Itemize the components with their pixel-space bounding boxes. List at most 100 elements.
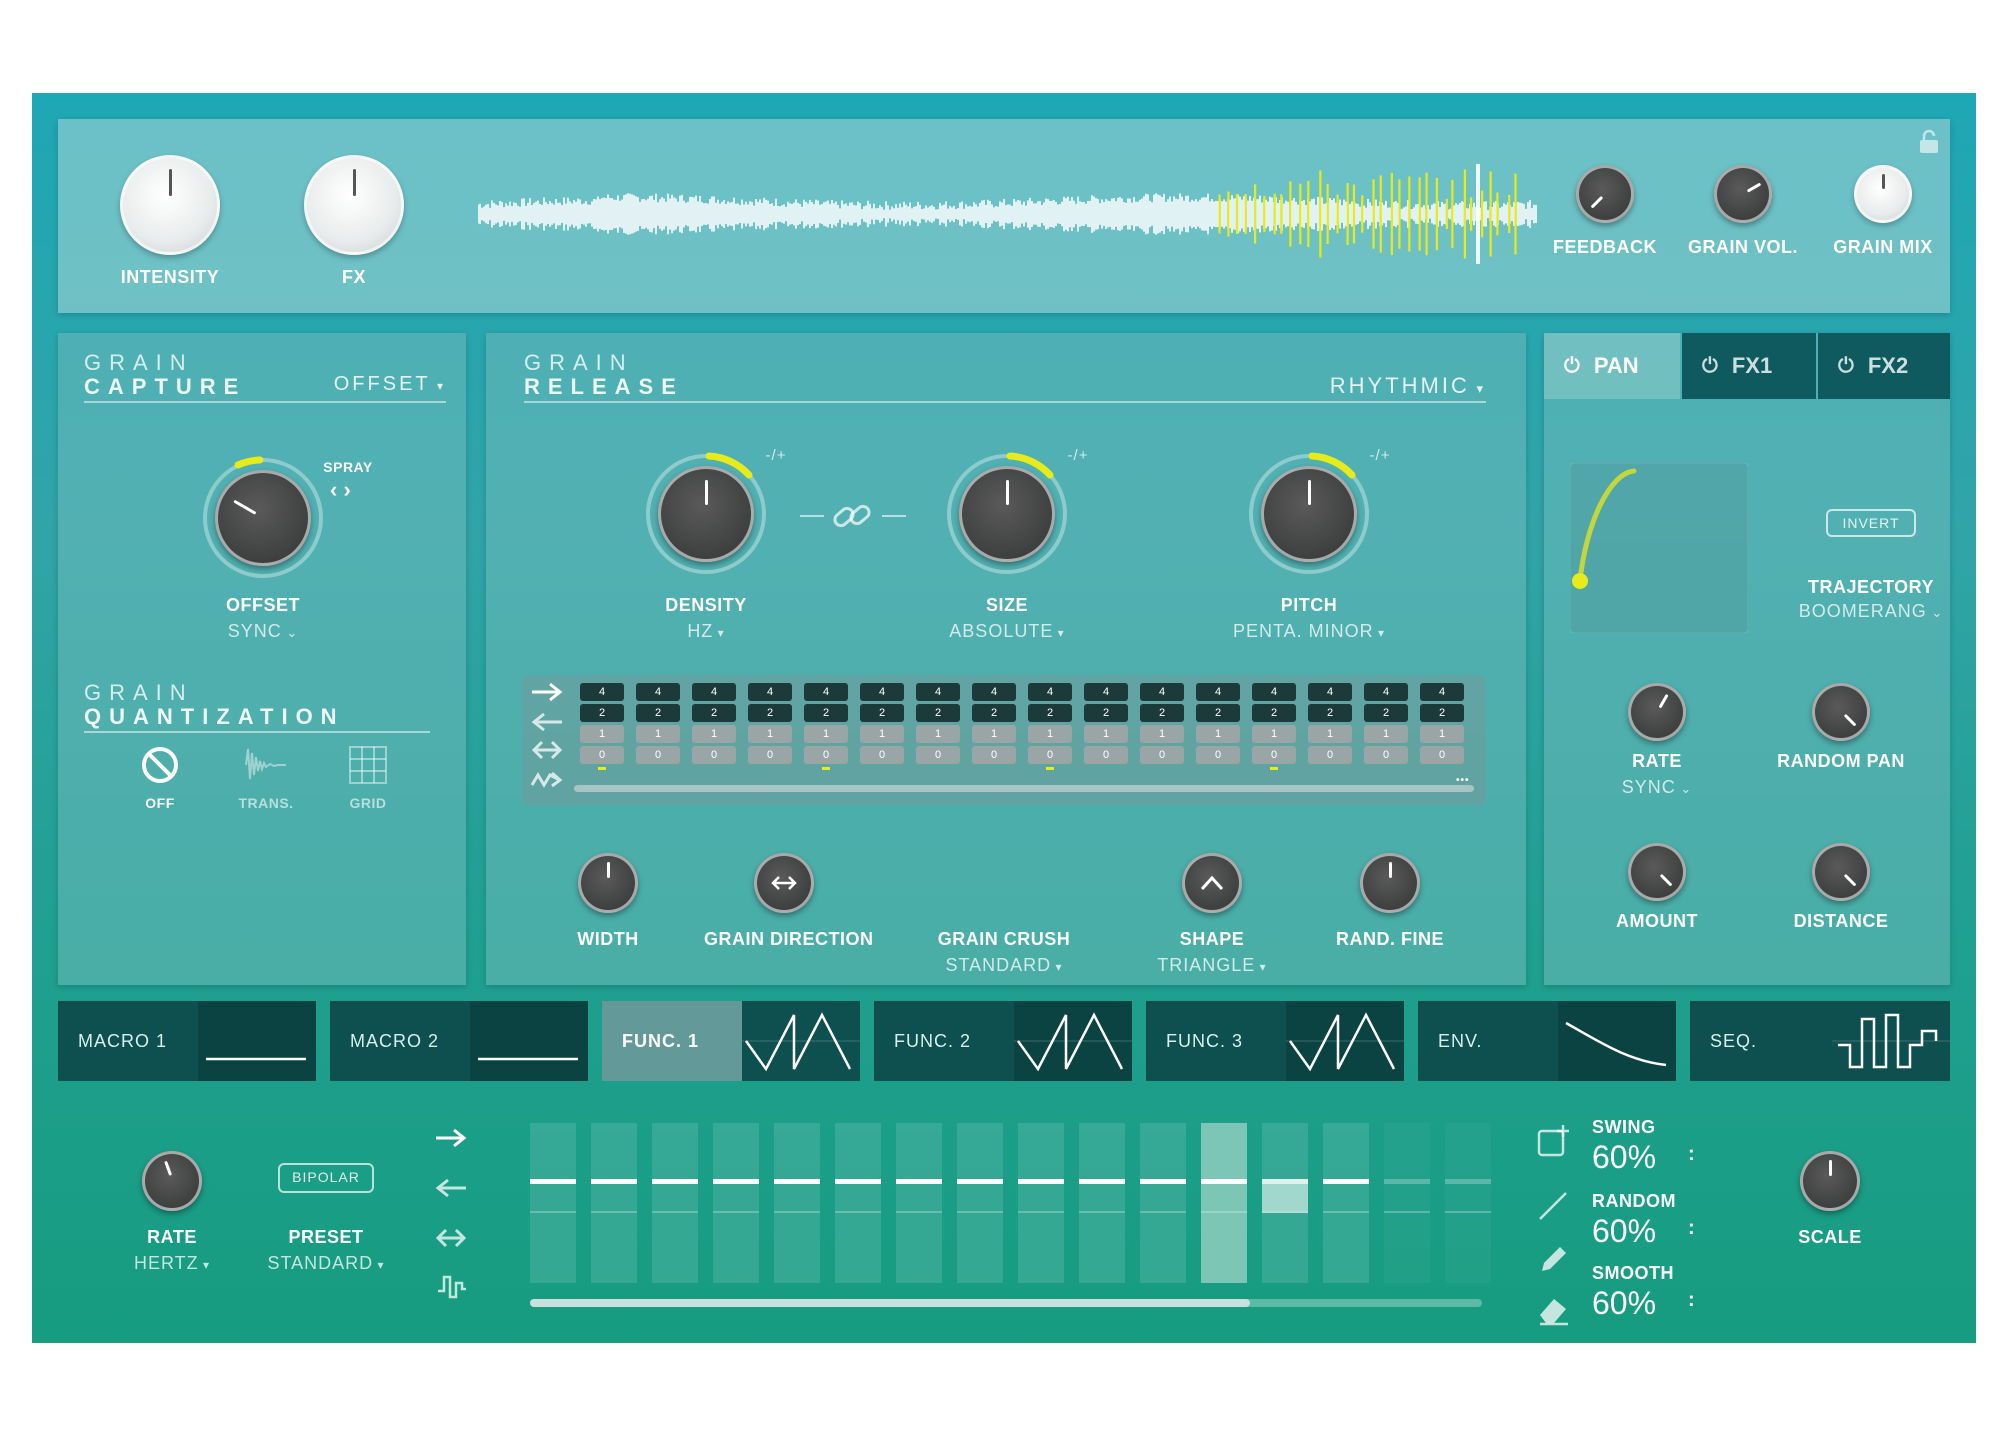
size-knob[interactable] (959, 466, 1055, 562)
smooth-value[interactable]: 60% (1592, 1285, 1656, 1322)
pan-rate-select[interactable]: SYNC ⌄ (1597, 777, 1717, 798)
step-column[interactable]: 4 2 1 0 (580, 683, 624, 770)
step-cell[interactable]: 2 (860, 704, 904, 722)
step-column[interactable]: 4 2 1 0 (1028, 683, 1072, 770)
offset-sync-select[interactable]: SYNC ⌄ (203, 621, 323, 642)
step-cell[interactable]: 4 (860, 683, 904, 701)
step-cell[interactable]: 4 (692, 683, 736, 701)
tab-func-3[interactable]: FUNC. 3 (1146, 1001, 1404, 1081)
step-cell[interactable]: 2 (1364, 704, 1408, 722)
seq-step[interactable] (1079, 1123, 1125, 1283)
step-cell[interactable]: 2 (1028, 704, 1072, 722)
preset-select[interactable]: STANDARD ▾ (256, 1253, 396, 1274)
grain-mix-knob[interactable] (1854, 165, 1912, 223)
transient-icon[interactable] (244, 745, 288, 785)
step-cell[interactable]: 4 (804, 683, 848, 701)
pan-rate-knob[interactable] (1628, 683, 1686, 741)
random-pan-knob[interactable] (1812, 683, 1870, 741)
step-cell[interactable]: 1 (1196, 725, 1240, 743)
tab-func-1[interactable]: FUNC. 1 (602, 1001, 860, 1081)
invert-button[interactable]: INVERT (1826, 509, 1916, 537)
step-cell[interactable]: 0 (804, 746, 848, 764)
step-column[interactable]: 4 2 1 0 (860, 683, 904, 767)
density-knob[interactable] (658, 466, 754, 562)
swing-value[interactable]: 60% (1592, 1139, 1656, 1176)
direction-forward-icon[interactable] (530, 681, 564, 703)
seq-step[interactable] (957, 1123, 1003, 1283)
add-page-icon[interactable] (1536, 1123, 1572, 1159)
step-cell[interactable]: 0 (1028, 746, 1072, 764)
tab-seq[interactable]: SEQ. (1690, 1001, 1950, 1081)
seq-step[interactable] (1140, 1123, 1186, 1283)
pitch-knob[interactable] (1261, 466, 1357, 562)
step-column[interactable]: 4 2 1 0 (1364, 683, 1408, 767)
tab-env[interactable]: ENV. (1418, 1001, 1676, 1081)
step-cell[interactable]: 1 (1420, 725, 1464, 743)
step-cell[interactable]: 1 (692, 725, 736, 743)
seq-step[interactable] (896, 1123, 942, 1283)
step-cell[interactable]: 2 (804, 704, 848, 722)
seq-rate-knob[interactable] (142, 1151, 202, 1211)
step-cell[interactable]: 1 (972, 725, 1016, 743)
tab-pan[interactable]: ⏻ PAN (1544, 333, 1680, 399)
tab-fx2[interactable]: ⏻ FX2 (1818, 333, 1950, 399)
seq-step[interactable] (1384, 1123, 1430, 1283)
seq-step[interactable] (1445, 1123, 1491, 1283)
step-cell[interactable]: 2 (636, 704, 680, 722)
step-cell[interactable]: 4 (748, 683, 792, 701)
distance-knob[interactable] (1812, 843, 1870, 901)
seq-scroll-thumb[interactable] (530, 1299, 1250, 1307)
grain-direction-knob[interactable] (754, 853, 814, 913)
seq-step[interactable] (530, 1123, 576, 1283)
step-cell[interactable]: 4 (1196, 683, 1240, 701)
seq-scroll-track[interactable] (530, 1299, 1482, 1307)
step-cell[interactable]: 2 (1084, 704, 1128, 722)
step-column[interactable]: 4 2 1 0 (916, 683, 960, 767)
step-cell[interactable]: 4 (636, 683, 680, 701)
step-cell[interactable]: 0 (860, 746, 904, 764)
eraser-icon[interactable] (1536, 1293, 1572, 1327)
scale-knob[interactable] (1800, 1151, 1860, 1211)
intensity-knob[interactable] (120, 155, 220, 255)
step-cell[interactable]: 4 (1252, 683, 1296, 701)
seq-random-steps-icon[interactable] (436, 1269, 468, 1301)
step-cell[interactable]: 2 (1196, 704, 1240, 722)
step-cell[interactable]: 1 (1364, 725, 1408, 743)
seq-backward-icon[interactable] (434, 1177, 468, 1199)
step-cell[interactable]: 4 (1140, 683, 1184, 701)
seq-step[interactable] (713, 1123, 759, 1283)
step-cell[interactable]: 2 (1140, 704, 1184, 722)
step-cell[interactable]: 2 (692, 704, 736, 722)
step-column[interactable]: 4 2 1 0 (1084, 683, 1128, 767)
seq-step[interactable] (1262, 1123, 1308, 1283)
step-cell[interactable]: 4 (972, 683, 1016, 701)
step-cell[interactable]: 0 (1196, 746, 1240, 764)
tab-macro-2[interactable]: MACRO 2 (330, 1001, 588, 1081)
step-column[interactable]: 4 2 1 0 (748, 683, 792, 767)
step-cell[interactable]: 0 (1420, 746, 1464, 764)
step-cell[interactable]: 0 (1308, 746, 1352, 764)
release-mode-select[interactable]: RHYTHMIC ▾ (1330, 373, 1486, 399)
seq-step[interactable] (774, 1123, 820, 1283)
step-cell[interactable]: 1 (748, 725, 792, 743)
fx-knob[interactable] (304, 155, 404, 255)
step-cell[interactable]: 1 (1308, 725, 1352, 743)
off-icon[interactable] (140, 745, 180, 785)
grain-vol-knob[interactable] (1714, 165, 1772, 223)
feedback-knob[interactable] (1576, 165, 1634, 223)
step-cell[interactable]: 4 (1364, 683, 1408, 701)
step-cell[interactable]: 2 (972, 704, 1016, 722)
step-cell[interactable]: 4 (1308, 683, 1352, 701)
grid-icon[interactable] (348, 745, 388, 785)
step-cell[interactable]: 4 (580, 683, 624, 701)
step-cell[interactable]: 2 (1252, 704, 1296, 722)
direction-backward-icon[interactable] (530, 711, 564, 733)
seq-step[interactable] (1201, 1123, 1247, 1283)
step-cell[interactable]: 1 (804, 725, 848, 743)
direction-random-icon[interactable] (530, 769, 564, 791)
seq-pingpong-icon[interactable] (434, 1227, 468, 1249)
step-column[interactable]: 4 2 1 0 (1420, 683, 1464, 767)
seq-forward-icon[interactable] (434, 1127, 468, 1149)
step-cell[interactable]: 0 (972, 746, 1016, 764)
step-cell[interactable]: 0 (1084, 746, 1128, 764)
